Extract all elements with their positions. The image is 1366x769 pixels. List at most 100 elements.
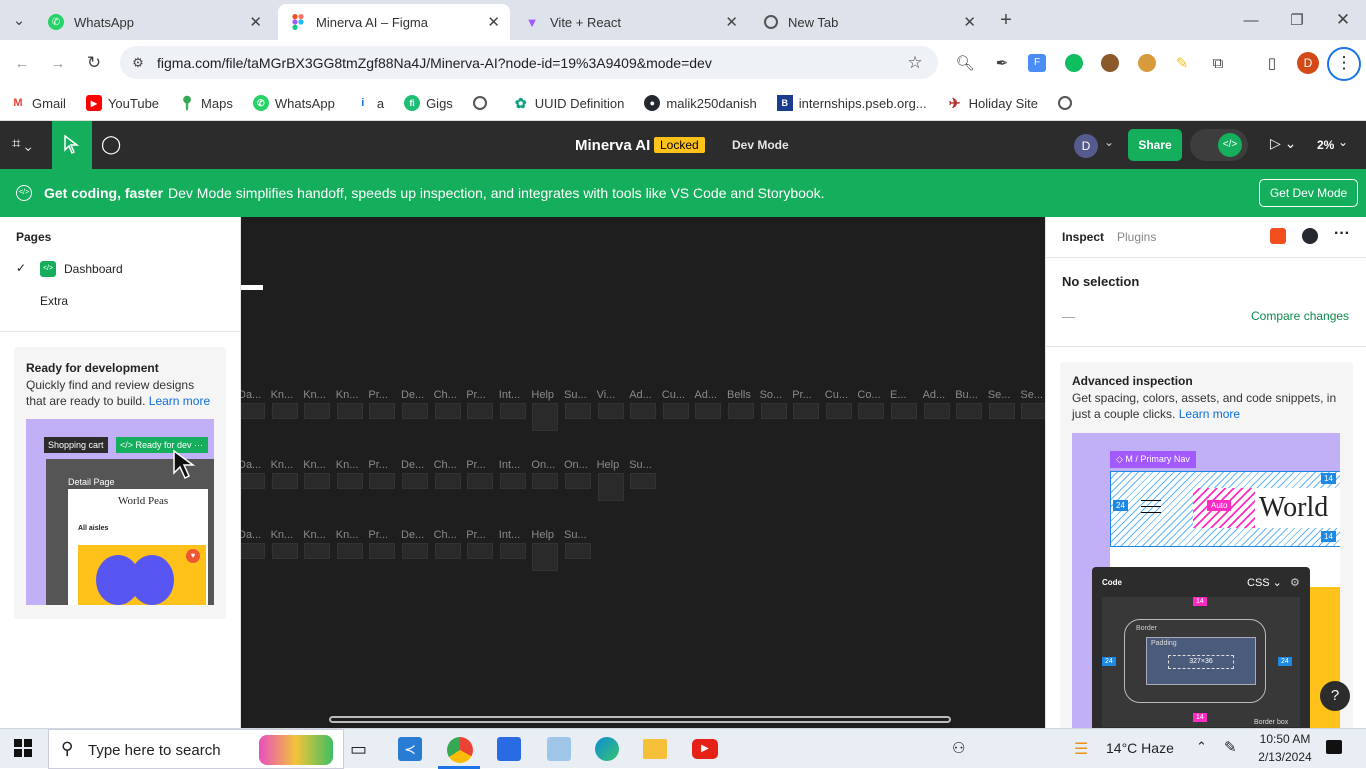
frame-thumbnail[interactable] (728, 403, 754, 419)
frame-label[interactable]: Su... (564, 389, 587, 401)
frame-thumbnail[interactable] (304, 403, 331, 419)
css-select[interactable]: CSS ⌄ (1247, 576, 1282, 589)
help-button[interactable]: ? (1320, 681, 1350, 711)
bookmark-whatsapp[interactable]: ✆ WhatsApp (252, 95, 335, 111)
frame-thumbnail[interactable] (369, 473, 396, 489)
share-button[interactable]: Share (1128, 129, 1182, 161)
frame-thumbnail[interactable] (499, 473, 526, 489)
vscode-icon[interactable]: ≺ (398, 737, 422, 761)
frame-label[interactable]: Su... (564, 529, 587, 541)
github-icon[interactable] (1302, 228, 1318, 244)
page-item-extra[interactable]: Extra (0, 289, 240, 313)
file-explorer-icon[interactable] (643, 739, 667, 759)
frame-label[interactable]: Int... (499, 529, 520, 541)
frame-label[interactable]: Pr... (466, 389, 486, 401)
frame-thumbnail[interactable] (241, 403, 265, 419)
frame-label[interactable]: Kn... (303, 389, 326, 401)
frame-thumbnail[interactable] (923, 403, 950, 419)
cookie-editor-icon[interactable] (1138, 54, 1156, 72)
page-item-dashboard[interactable]: ✓ </> Dashboard (0, 257, 240, 281)
frame-thumbnail[interactable] (499, 403, 526, 419)
dev-mode-toggle[interactable]: </> (1190, 129, 1248, 161)
url-text[interactable]: figma.com/file/taMGrBX3GG8tmZgf88Na4J/Mi… (157, 55, 712, 71)
frame-thumbnail[interactable] (271, 473, 298, 489)
frame-thumbnail[interactable] (402, 403, 428, 419)
frame-thumbnail[interactable] (565, 473, 591, 489)
frame-thumbnail[interactable] (825, 403, 852, 419)
frame-label[interactable]: Kn... (271, 529, 294, 541)
bookmark-star-icon[interactable]: ☆ (904, 52, 926, 74)
notifications-icon[interactable] (1326, 740, 1342, 754)
frame-label[interactable]: Help (531, 529, 554, 541)
forward-icon[interactable]: → (47, 52, 69, 74)
frame-label[interactable]: Kn... (336, 459, 359, 471)
frame-thumbnail[interactable] (467, 403, 494, 419)
frame-label[interactable]: Pr... (466, 529, 486, 541)
frame-label[interactable]: Kn... (271, 459, 294, 471)
settings-icon[interactable]: ⚙ (1290, 576, 1300, 589)
frame-thumbnail[interactable] (793, 403, 820, 419)
bookmark-gigs[interactable]: fi Gigs (404, 95, 453, 111)
bookmark-maps[interactable]: 📍︎ Maps (178, 95, 233, 111)
side-panel-icon[interactable]: ▯ (1261, 52, 1283, 74)
figma-menu-icon[interactable]: ⌗ ⌄ (12, 135, 32, 152)
frame-thumbnail[interactable] (336, 473, 363, 489)
frame-label[interactable]: Ch... (434, 459, 457, 471)
people-icon[interactable]: ⚇ (952, 739, 965, 757)
close-icon[interactable]: ✕ (249, 13, 262, 31)
frame-thumbnail[interactable] (336, 403, 363, 419)
frame-label[interactable]: Pr... (368, 459, 388, 471)
tab-inspect[interactable]: Inspect (1062, 230, 1104, 244)
frame-label[interactable]: Kn... (303, 459, 326, 471)
bookmark-github[interactable]: ● malik250danish (644, 95, 757, 111)
extension-green-icon[interactable] (1065, 54, 1083, 72)
store-icon[interactable] (497, 737, 521, 761)
frame-thumbnail[interactable] (662, 403, 689, 419)
cookie-icon[interactable] (1101, 54, 1119, 72)
frame-thumbnail[interactable] (241, 473, 265, 489)
zoom-icon[interactable]: 🔍︎ (954, 52, 976, 74)
eyedropper-icon[interactable]: ✒ (991, 52, 1013, 74)
user-avatar[interactable]: D (1074, 134, 1098, 158)
bookmark-pseb[interactable]: Binternships.pseb.org... (776, 95, 927, 111)
tab-vite[interactable]: ▼ Vite + React ✕ (512, 4, 748, 40)
minimize-icon[interactable]: — (1240, 9, 1262, 31)
select-tool[interactable] (52, 121, 92, 169)
clock-time[interactable]: 10:50 AM (1255, 732, 1315, 746)
frame-label[interactable]: Kn... (303, 529, 326, 541)
task-view-icon[interactable]: ▭ (350, 739, 367, 760)
frame-label[interactable]: Se... (1020, 389, 1043, 401)
frame-label[interactable]: Cu... (662, 389, 685, 401)
frame-label[interactable]: E... (890, 389, 907, 401)
frame-label[interactable]: Kn... (336, 529, 359, 541)
present-play-icon[interactable]: ▷ ⌄ (1270, 135, 1296, 152)
frame-thumbnail[interactable] (630, 473, 657, 489)
chevron-down-icon[interactable]: ⌄ (1104, 135, 1114, 149)
frame-thumbnail[interactable] (402, 543, 428, 559)
youtube-app-icon[interactable]: ▶ (692, 739, 718, 759)
frame-label[interactable]: Da... (241, 389, 261, 401)
frame-label[interactable]: De... (401, 529, 424, 541)
close-icon[interactable]: ✕ (725, 13, 738, 31)
frame-label[interactable]: Help (597, 459, 620, 471)
frame-label[interactable]: Se... (988, 389, 1011, 401)
frame-label[interactable]: Int... (499, 459, 520, 471)
file-name[interactable]: Minerva AI (575, 137, 650, 154)
new-tab-plus-icon[interactable]: + (995, 9, 1017, 31)
frame-label[interactable]: Pr... (368, 529, 388, 541)
zoom-level[interactable]: 2% (1317, 138, 1334, 152)
tray-chevron-icon[interactable]: ⌃ (1196, 739, 1207, 755)
tab-whatsapp[interactable]: ✆ WhatsApp ✕ (36, 4, 272, 40)
frame-thumbnail[interactable] (434, 543, 461, 559)
frame-thumbnail[interactable] (369, 403, 396, 419)
close-icon[interactable]: ✕ (487, 13, 500, 31)
frame-label[interactable]: Bells (727, 389, 751, 401)
frame-label[interactable]: Vi... (597, 389, 616, 401)
frame-label[interactable]: Co... (857, 389, 880, 401)
close-icon[interactable]: ✕ (963, 13, 976, 31)
windows-start-icon[interactable] (14, 739, 32, 757)
frame-thumbnail[interactable] (304, 473, 331, 489)
frame-label[interactable]: Da... (241, 459, 261, 471)
frame-thumbnail[interactable] (956, 403, 983, 419)
tab-search-icon[interactable]: ⌄ (8, 9, 30, 31)
